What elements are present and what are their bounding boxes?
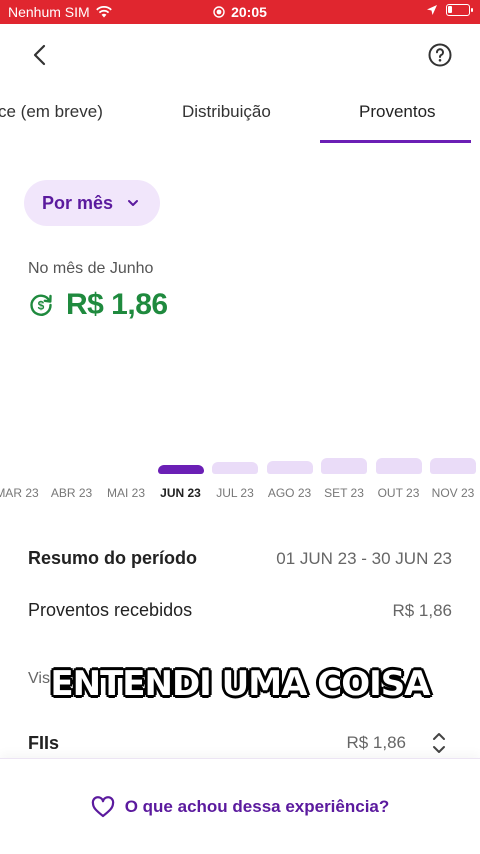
chart-bar-nov-23[interactable]	[430, 458, 476, 474]
location-arrow-icon	[427, 5, 437, 15]
chart-month-label[interactable]: SET 23	[319, 486, 369, 500]
heart-icon	[91, 795, 114, 817]
screen-record-icon	[213, 6, 225, 18]
chart-month-label[interactable]: JUN 23	[156, 486, 206, 500]
period-filter-label: Por mês	[42, 192, 114, 213]
svg-text:$: $	[38, 299, 45, 313]
received-label: Proventos recebidos	[28, 600, 193, 620]
tab-bar: ce (em breve) Distribuição Proventos	[0, 96, 480, 142]
chart-month-label[interactable]: JUL 23	[210, 486, 260, 500]
feedback-label: O que achou dessa experiência?	[124, 796, 390, 816]
chart-month-label[interactable]: MAR 23	[0, 486, 42, 500]
tab-proventos[interactable]: Proventos	[359, 102, 436, 122]
period-summary-label: Resumo do período	[28, 548, 198, 568]
money-cycle-icon: $	[30, 294, 52, 316]
status-center: 20:05	[0, 4, 480, 20]
video-caption-overlay: ENTENDI UMA COISA	[50, 664, 430, 704]
back-chevron-icon[interactable]	[28, 40, 52, 70]
chart-bar-jun-23[interactable]	[157, 465, 204, 474]
feedback-button[interactable]: O que achou dessa experiência?	[0, 758, 480, 854]
period-filter-dropdown[interactable]: Por mês	[24, 180, 160, 226]
dividends-bar-chart: MAR 23 ABR 23 MAI 23 JUN 23 JUL 23 AGO 23 SET …	[0, 440, 480, 504]
chart-bar-set-23[interactable]	[321, 458, 367, 474]
chart-month-label[interactable]: OUT 23	[374, 486, 424, 500]
help-icon[interactable]	[428, 43, 452, 67]
sort-toggle-icon[interactable]	[432, 731, 446, 755]
month-amount-value: R$ 1,86	[66, 288, 168, 321]
month-amount-row: $ R$ 1,86	[28, 288, 168, 322]
chart-month-label[interactable]: MAI 23	[101, 486, 151, 500]
chart-bar-out-23[interactable]	[375, 458, 422, 474]
status-bar: Nenhum SIM 20:05	[0, 0, 480, 24]
chart-month-label[interactable]: NOV 23	[428, 486, 478, 500]
chart-month-label[interactable]: ABR 23	[47, 486, 97, 500]
tab-distribuicao[interactable]: Distribuição	[182, 102, 271, 122]
status-right	[426, 4, 473, 16]
fii-value: R$ 1,86	[346, 733, 406, 752]
fii-label: FIIs	[28, 733, 60, 753]
month-label: No mês de Junho	[28, 260, 154, 277]
chart-month-label[interactable]: AGO 23	[265, 486, 315, 500]
battery-icon	[446, 4, 473, 16]
chart-bar-jul-23[interactable]	[212, 462, 258, 474]
chevron-down-icon	[128, 200, 139, 206]
chart-bar-ago-23[interactable]	[266, 461, 313, 474]
clock-text: 20:05	[231, 4, 267, 20]
tab-performance[interactable]: ce (em breve)	[0, 102, 103, 122]
received-value: R$ 1,86	[392, 601, 452, 620]
period-summary-value: 01 JUN 23 - 30 JUN 23	[276, 549, 452, 568]
active-tab-indicator	[320, 140, 471, 143]
